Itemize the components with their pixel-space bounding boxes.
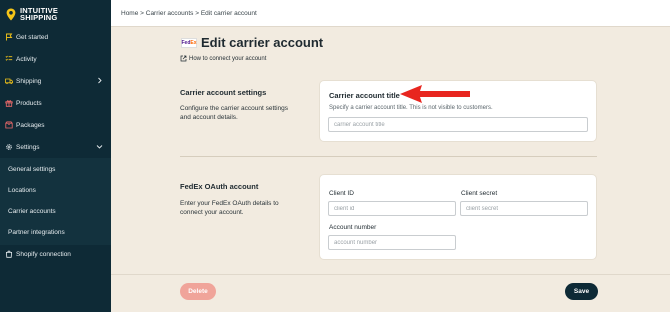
- top-bar: Home > Carrier accounts > Edit carrier a…: [111, 0, 670, 27]
- sidebar-subitem-general-settings[interactable]: General settings: [0, 160, 111, 178]
- shopify-icon: [5, 250, 13, 258]
- sidebar: INTUITIVE SHIPPING Get started Activity …: [0, 0, 111, 312]
- sidebar-subitem-label: General settings: [8, 165, 56, 173]
- sidebar-item-settings[interactable]: Settings: [0, 138, 111, 156]
- sidebar-subitem-locations[interactable]: Locations: [0, 181, 111, 199]
- sidebar-item-label: Shopify connection: [16, 250, 71, 258]
- sidebar-item-label: Packages: [16, 121, 45, 129]
- sidebar-subitem-partner-integrations[interactable]: Partner integrations: [0, 223, 111, 241]
- sidebar-item-label: Products: [16, 99, 42, 107]
- sidebar-subitem-label: Partner integrations: [8, 228, 65, 236]
- carrier-account-title-input[interactable]: [328, 117, 588, 132]
- chevron-down-icon: [96, 145, 103, 149]
- sidebar-subitem-label: Carrier accounts: [8, 207, 56, 215]
- flag-icon: [6, 33, 13, 41]
- brand-line2: SHIPPING: [20, 13, 58, 22]
- gift-icon: [5, 100, 13, 107]
- account-number-input[interactable]: [328, 235, 456, 250]
- oauth-card: Client ID Client secret Account number: [319, 174, 597, 260]
- help-link-label: How to connect your account: [189, 55, 267, 62]
- sidebar-subitem-carrier-accounts[interactable]: Carrier accounts: [0, 202, 111, 220]
- sidebar-item-packages[interactable]: Packages: [0, 116, 111, 134]
- app-logo[interactable]: INTUITIVE SHIPPING: [0, 0, 111, 28]
- fedex-logo: Fed Ex: [181, 37, 197, 48]
- client-id-label: Client ID: [329, 190, 354, 197]
- save-button[interactable]: Save: [565, 283, 598, 300]
- client-secret-label: Client secret: [461, 190, 498, 197]
- package-icon: [5, 121, 13, 129]
- fedex-logo-fe: Fed: [181, 39, 191, 46]
- client-secret-input[interactable]: [460, 201, 588, 216]
- external-link-icon: [180, 55, 187, 62]
- help-link[interactable]: How to connect your account: [180, 55, 266, 62]
- sidebar-item-shopify-connection[interactable]: Shopify connection: [0, 245, 111, 263]
- oauth-section-description: Enter your FedEx OAuth details to connec…: [180, 200, 279, 216]
- oauth-section-title: FedEx OAuth account: [180, 182, 259, 191]
- account-number-label: Account number: [329, 224, 377, 231]
- footer-divider: [111, 274, 670, 275]
- sidebar-item-label: Activity: [16, 55, 37, 63]
- carrier-settings-title: Carrier account settings: [180, 88, 267, 97]
- carrier-account-title-help: Specify a carrier account title. This is…: [329, 105, 493, 111]
- section-divider: [180, 156, 597, 157]
- sidebar-item-label: Shipping: [16, 77, 42, 85]
- truck-icon: [5, 78, 13, 85]
- carrier-settings-description: Configure the carrier account settings a…: [180, 105, 289, 121]
- sidebar-item-shipping[interactable]: Shipping: [0, 72, 111, 90]
- client-id-input[interactable]: [328, 201, 456, 216]
- settings-submenu: General settings Locations Carrier accou…: [0, 158, 111, 245]
- sidebar-item-label: Get started: [16, 33, 49, 41]
- sidebar-item-label: Settings: [16, 143, 40, 151]
- location-pin-icon: [6, 8, 16, 20]
- gear-icon: [6, 144, 12, 150]
- sidebar-item-products[interactable]: Products: [0, 94, 111, 112]
- sidebar-subitem-label: Locations: [8, 186, 36, 194]
- fedex-logo-ex: Ex: [190, 39, 197, 46]
- brand-name: INTUITIVE SHIPPING: [20, 6, 58, 22]
- red-arrow-annotation: [400, 85, 470, 103]
- checklist-icon: [5, 55, 13, 61]
- delete-button[interactable]: Delete: [180, 283, 216, 300]
- page-header: Fed Ex Edit carrier account: [181, 35, 323, 50]
- sidebar-item-get-started[interactable]: Get started: [0, 28, 111, 46]
- chevron-right-icon: [98, 77, 102, 84]
- sidebar-item-activity[interactable]: Activity: [0, 50, 111, 68]
- page-title: Edit carrier account: [201, 35, 324, 50]
- carrier-account-title-label: Carrier account title: [329, 91, 400, 100]
- breadcrumb[interactable]: Home > Carrier accounts > Edit carrier a…: [121, 10, 257, 17]
